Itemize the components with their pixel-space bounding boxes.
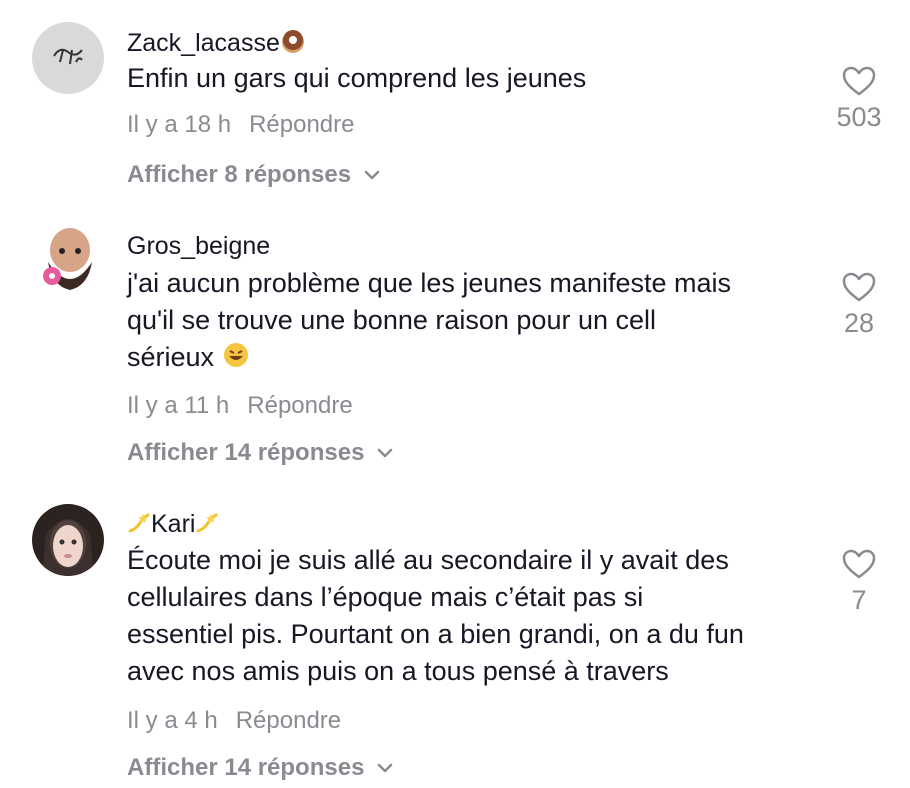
heart-icon — [842, 549, 876, 579]
like-count: 28 — [843, 308, 875, 338]
chevron-down-icon — [364, 170, 380, 180]
comment-text-line: avec nos amis puis on a tous pensé à tra… — [127, 656, 669, 686]
timestamp: Il y a 4 h — [127, 707, 218, 734]
like-count: 7 — [851, 585, 867, 615]
comment-text-line: essentiel pis. Pourtant on a bien grandi… — [127, 619, 744, 649]
view-replies-label: Afficher 14 réponses — [127, 439, 365, 466]
reply-button[interactable]: Répondre — [247, 392, 352, 419]
chevron-down-icon — [378, 448, 393, 458]
timestamp: Il y a 11 h — [127, 392, 230, 419]
comment-meta: Il y a 4 h Répondre — [127, 707, 341, 735]
heart-icon — [842, 66, 876, 96]
comment-text: j'ai aucun problème que les jeunes manif… — [127, 265, 817, 379]
view-replies-button[interactable]: Afficher 14 réponses — [127, 754, 394, 782]
comment-text: Enfin un gars qui comprend les jeunes — [127, 63, 587, 93]
reply-button[interactable]: Répondre — [249, 111, 354, 138]
chevron-down-icon — [378, 763, 393, 773]
comment-text-line: qu'il se trouve une bonne raison pour un… — [127, 305, 657, 335]
donut-emoji-icon — [280, 28, 306, 61]
dizzy-emoji-icon — [127, 511, 151, 542]
like-button[interactable]: 7 — [829, 549, 889, 616]
comment-text-line: j'ai aucun problème que les jeunes manif… — [127, 268, 731, 298]
rofl-emoji-icon — [222, 341, 250, 379]
like-count: 503 — [836, 102, 882, 132]
reply-button[interactable]: Répondre — [236, 707, 341, 734]
username[interactable]: Kari — [127, 510, 219, 542]
view-replies-label: Afficher 8 réponses — [127, 161, 352, 188]
view-replies-button[interactable]: Afficher 14 réponses — [127, 439, 394, 467]
timestamp: Il y a 18 h — [127, 111, 232, 138]
dizzy-emoji-icon — [195, 511, 219, 542]
view-replies-label: Afficher 14 réponses — [127, 754, 365, 781]
comment-meta: Il y a 11 h Répondre — [127, 392, 353, 420]
avatar[interactable] — [32, 22, 104, 94]
comment-text-line: cellulaires dans l’époque mais c’était p… — [127, 582, 644, 612]
comment-text: Écoute moi je suis allé au secondaire il… — [127, 542, 817, 690]
username[interactable]: Zack_lacasse — [127, 28, 306, 61]
avatar[interactable] — [32, 504, 104, 576]
comment-text-line: sérieux — [127, 339, 817, 379]
like-button[interactable]: 28 — [829, 272, 889, 339]
avatar[interactable] — [32, 224, 104, 296]
heart-icon — [842, 272, 876, 302]
comment-text-line: Écoute moi je suis allé au secondaire il… — [127, 545, 729, 575]
username[interactable]: Gros_beigne — [127, 232, 270, 261]
comment-meta: Il y a 18 h Répondre — [127, 111, 354, 139]
view-replies-button[interactable]: Afficher 8 réponses — [127, 161, 381, 189]
like-button[interactable]: 503 — [829, 66, 889, 133]
